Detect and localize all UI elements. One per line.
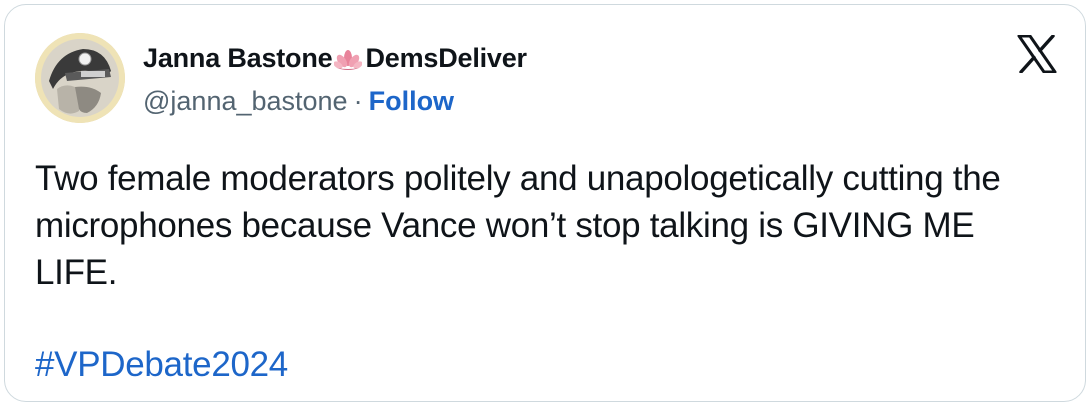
hashtag-link[interactable]: #VPDebate2024 xyxy=(35,345,288,385)
author-name-row[interactable]: Janna Bastone DemsDeliver xyxy=(143,43,527,74)
author-handle-row: @janna_bastone · Follow xyxy=(143,86,454,117)
separator-dot: · xyxy=(353,86,363,116)
avatar[interactable] xyxy=(35,33,125,123)
author-handle[interactable]: @janna_bastone xyxy=(143,86,348,116)
tweet-card: Janna Bastone DemsDeliver @janna_bastone… xyxy=(4,4,1086,402)
author-name-suffix[interactable]: DemsDeliver xyxy=(365,43,527,74)
author-display-name[interactable]: Janna Bastone xyxy=(143,43,333,74)
avatar-photo xyxy=(35,33,125,123)
x-logo-icon[interactable] xyxy=(1017,34,1057,74)
tweet-text: Two female moderators politely and unapo… xyxy=(35,159,1001,292)
lotus-icon xyxy=(333,48,364,70)
follow-button[interactable]: Follow xyxy=(369,86,454,116)
